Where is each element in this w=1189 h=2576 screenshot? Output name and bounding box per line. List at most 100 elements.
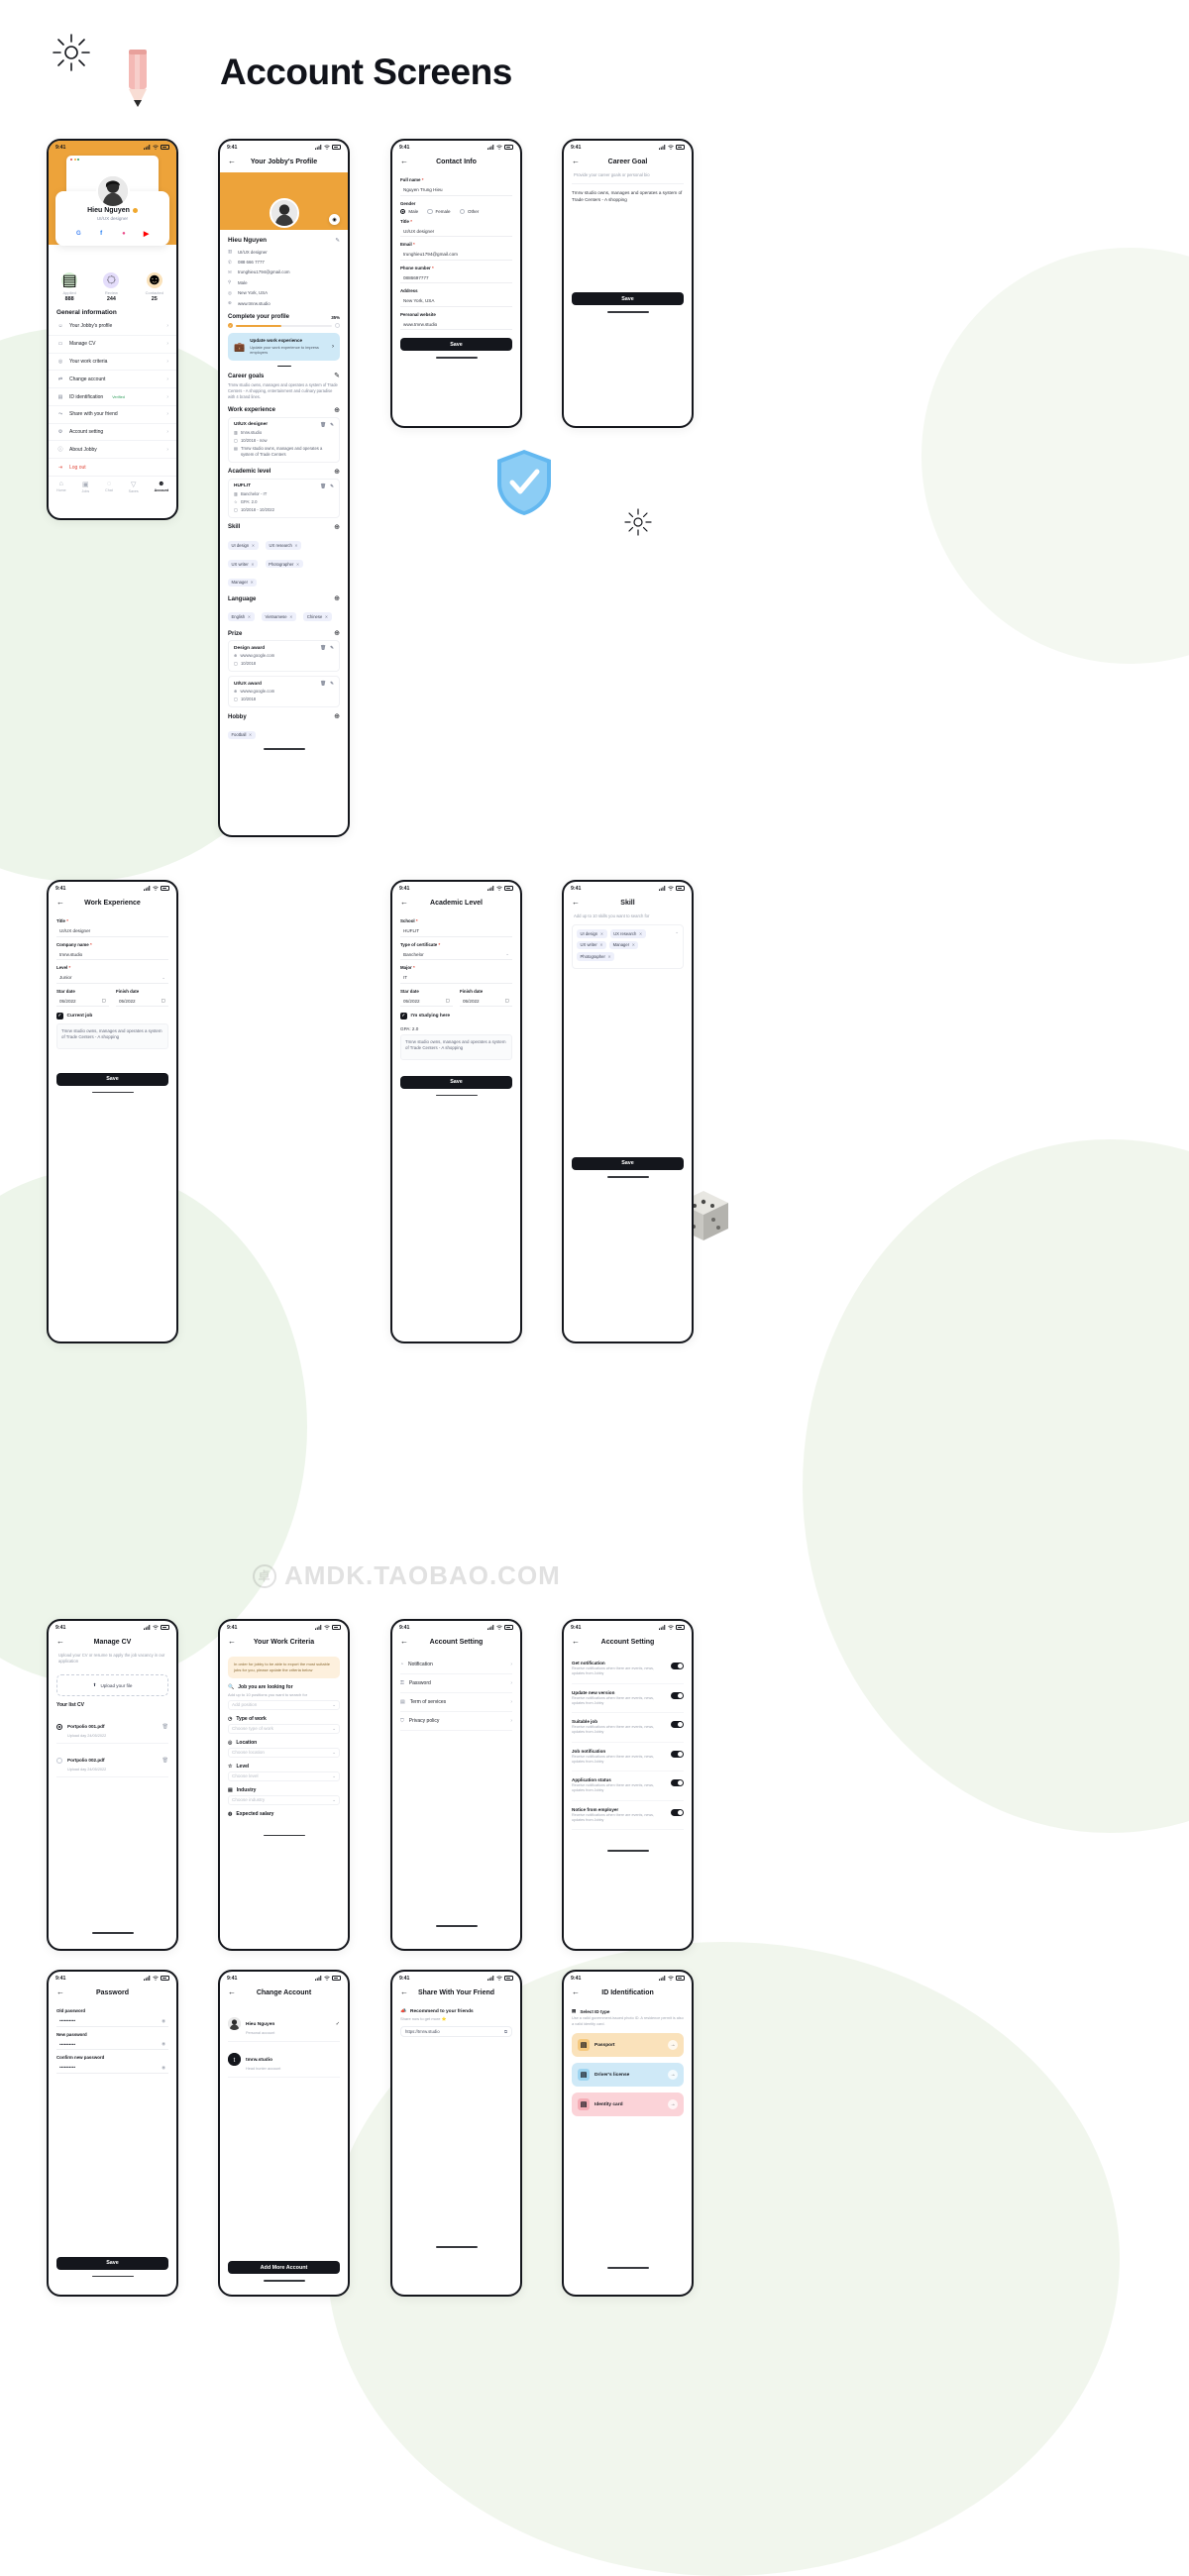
tab-chat[interactable]: ◌ Chat bbox=[105, 481, 113, 493]
tag[interactable]: UX writer ✕ bbox=[228, 559, 259, 569]
full-name-input[interactable]: Nguyen Trung Hieu bbox=[400, 185, 512, 196]
level-select[interactable]: Choose level ⌄ bbox=[228, 1771, 340, 1781]
close-icon[interactable]: ✕ bbox=[632, 942, 635, 947]
phone-input[interactable]: 0886697777 bbox=[400, 272, 512, 284]
back-button[interactable]: ← bbox=[56, 899, 64, 907]
add-icon[interactable]: ⊕ bbox=[334, 407, 340, 414]
close-icon[interactable]: ✕ bbox=[607, 954, 610, 959]
industry-select[interactable]: Choose industry ⌄ bbox=[228, 1794, 340, 1805]
tab-saves[interactable]: ▽ Saves bbox=[129, 481, 139, 493]
tab-jobs[interactable]: ▣ Jobs bbox=[82, 481, 90, 493]
camera-icon[interactable]: ◉ bbox=[329, 214, 340, 225]
setting-row-password[interactable]: ⚿ Password › bbox=[400, 1674, 512, 1693]
setting-row-notification[interactable]: ◔ Notification › bbox=[400, 1656, 512, 1674]
close-icon[interactable]: ✕ bbox=[325, 614, 328, 619]
eye-icon[interactable]: ◉ bbox=[162, 2018, 165, 2024]
tab-account[interactable]: ☻ Account bbox=[155, 481, 168, 493]
facebook-icon[interactable]: f bbox=[96, 228, 107, 239]
finish-date-input[interactable]: 05/2022 ▢ bbox=[460, 996, 512, 1007]
back-button[interactable]: ← bbox=[56, 1638, 64, 1646]
trash-icon[interactable]: 🗑 bbox=[162, 1758, 168, 1764]
close-icon[interactable]: ✕ bbox=[294, 543, 297, 548]
email-input[interactable]: trunghieu1794@gmail.com bbox=[400, 250, 512, 261]
trash-icon[interactable]: 🗑 bbox=[162, 1724, 168, 1730]
tag[interactable]: Manager ✕ bbox=[609, 940, 639, 950]
certificate-select[interactable]: Banchelor ⌄ bbox=[400, 949, 512, 960]
close-icon[interactable]: ✕ bbox=[251, 580, 254, 585]
edit-icon[interactable]: ✎ bbox=[330, 645, 334, 651]
skill-tag-input[interactable]: UI design ✕ UX research ✕ UX writer ✕ Manag… bbox=[572, 924, 684, 969]
tag[interactable]: English ✕ bbox=[228, 612, 255, 622]
close-icon[interactable]: ✕ bbox=[639, 931, 642, 936]
title-input[interactable]: UI/UX designer bbox=[400, 226, 512, 238]
sidebar-item-change-account[interactable]: ⇄ Change account › bbox=[49, 371, 176, 389]
stat-contacted[interactable]: ☻ Contacted 25 bbox=[146, 271, 163, 302]
career-goal-textarea[interactable]: Tmrw studio owns, manages and operates a… bbox=[572, 183, 684, 282]
old-password-input[interactable]: •••••••••• ◉ bbox=[56, 2016, 168, 2027]
address-input[interactable]: New York, USA bbox=[400, 296, 512, 307]
close-icon[interactable]: ✕ bbox=[296, 562, 299, 567]
cv-item[interactable]: Portpolio 002.pdf Upload day 24/05/2022 … bbox=[56, 1744, 168, 1778]
close-icon[interactable]: ✕ bbox=[600, 931, 603, 936]
youtube-icon[interactable]: ▶ bbox=[141, 228, 152, 239]
add-icon[interactable]: ⊕ bbox=[334, 713, 340, 720]
close-icon[interactable]: ✕ bbox=[252, 543, 255, 548]
google-icon[interactable]: G bbox=[73, 228, 84, 239]
id-option-passport[interactable]: ▤ Passport → bbox=[572, 2033, 684, 2057]
close-icon[interactable]: ✕ bbox=[249, 732, 252, 737]
major-input[interactable]: IT bbox=[400, 973, 512, 984]
school-input[interactable]: HUFLIT bbox=[400, 926, 512, 937]
edit-icon[interactable]: ✎ bbox=[330, 681, 334, 687]
confirm-password-input[interactable]: •••••••••• ◉ bbox=[56, 2063, 168, 2074]
tag[interactable]: Vietnamese ✕ bbox=[262, 612, 296, 622]
tag[interactable]: Photographer ✕ bbox=[577, 952, 615, 961]
share-link-box[interactable]: https://tmrw.studio ⧉ bbox=[400, 2026, 512, 2037]
avatar[interactable] bbox=[269, 198, 299, 228]
back-button[interactable]: ← bbox=[400, 158, 408, 165]
add-more-account-button[interactable]: Add More Account bbox=[228, 2261, 340, 2274]
setting-row-terms[interactable]: ▤ Term of services › bbox=[400, 1693, 512, 1712]
calendar-icon[interactable]: ▢ bbox=[162, 998, 165, 1004]
radio-other[interactable]: Other bbox=[459, 208, 479, 214]
tag[interactable]: Chinese ✕ bbox=[303, 612, 332, 622]
eye-icon[interactable]: ◉ bbox=[162, 2041, 165, 2047]
tag[interactable]: UI design ✕ bbox=[577, 929, 607, 938]
gpa-value[interactable]: GPA: 2.0 bbox=[400, 1023, 512, 1034]
position-input[interactable]: Add position ⌄ bbox=[228, 1699, 340, 1710]
tag[interactable]: Photographer ✕ bbox=[265, 559, 303, 569]
trash-icon[interactable]: 🗑 bbox=[320, 422, 326, 428]
calendar-icon[interactable]: ▢ bbox=[102, 998, 106, 1004]
sidebar-item-about[interactable]: ⓘ About Jobby › bbox=[49, 441, 176, 460]
eye-icon[interactable]: ◉ bbox=[162, 2065, 165, 2071]
tag[interactable]: Manager ✕ bbox=[228, 578, 258, 588]
upload-file-button[interactable]: ⬆ Upload your file bbox=[56, 1674, 168, 1697]
toggle-switch[interactable] bbox=[671, 1663, 684, 1669]
radio-selected-icon[interactable] bbox=[56, 1723, 62, 1730]
edit-icon[interactable]: ✎ bbox=[335, 238, 340, 244]
back-button[interactable]: ← bbox=[228, 158, 236, 165]
copy-icon[interactable]: ⧉ bbox=[504, 2029, 507, 2034]
tag[interactable]: Football ✕ bbox=[228, 730, 256, 740]
account-item[interactable]: t tmrw.studio Head hunter account bbox=[228, 2042, 340, 2078]
close-icon[interactable]: ✕ bbox=[289, 614, 292, 619]
save-button[interactable]: Save bbox=[56, 2256, 168, 2270]
save-button[interactable]: Save bbox=[400, 338, 512, 352]
back-button[interactable]: ← bbox=[400, 1988, 408, 1996]
close-icon[interactable]: ✕ bbox=[599, 942, 602, 947]
calendar-icon[interactable]: ▢ bbox=[505, 998, 509, 1004]
description-textarea[interactable]: Tmrw studio owns, manages and operates a… bbox=[400, 1033, 512, 1060]
chevron-down-icon[interactable]: ⌄ bbox=[675, 929, 679, 935]
close-icon[interactable]: ✕ bbox=[248, 614, 251, 619]
radio-icon[interactable] bbox=[56, 1757, 62, 1764]
radio-female[interactable]: Female bbox=[427, 208, 451, 214]
save-button[interactable]: Save bbox=[400, 1075, 512, 1089]
type-of-work-select[interactable]: Choose type of work ⌄ bbox=[228, 1723, 340, 1734]
save-button[interactable]: Save bbox=[572, 1156, 684, 1170]
finish-date-input[interactable]: 05/2022 ▢ bbox=[116, 996, 168, 1007]
back-button[interactable]: ← bbox=[400, 1638, 408, 1646]
edit-icon[interactable]: ✎ bbox=[330, 483, 334, 489]
setting-row-privacy[interactable]: ⛉ Privacy policy › bbox=[400, 1712, 512, 1731]
toggle-switch[interactable] bbox=[671, 1808, 684, 1816]
save-button[interactable]: Save bbox=[56, 1072, 168, 1086]
id-option-license[interactable]: ▤ Driver's license → bbox=[572, 2063, 684, 2087]
